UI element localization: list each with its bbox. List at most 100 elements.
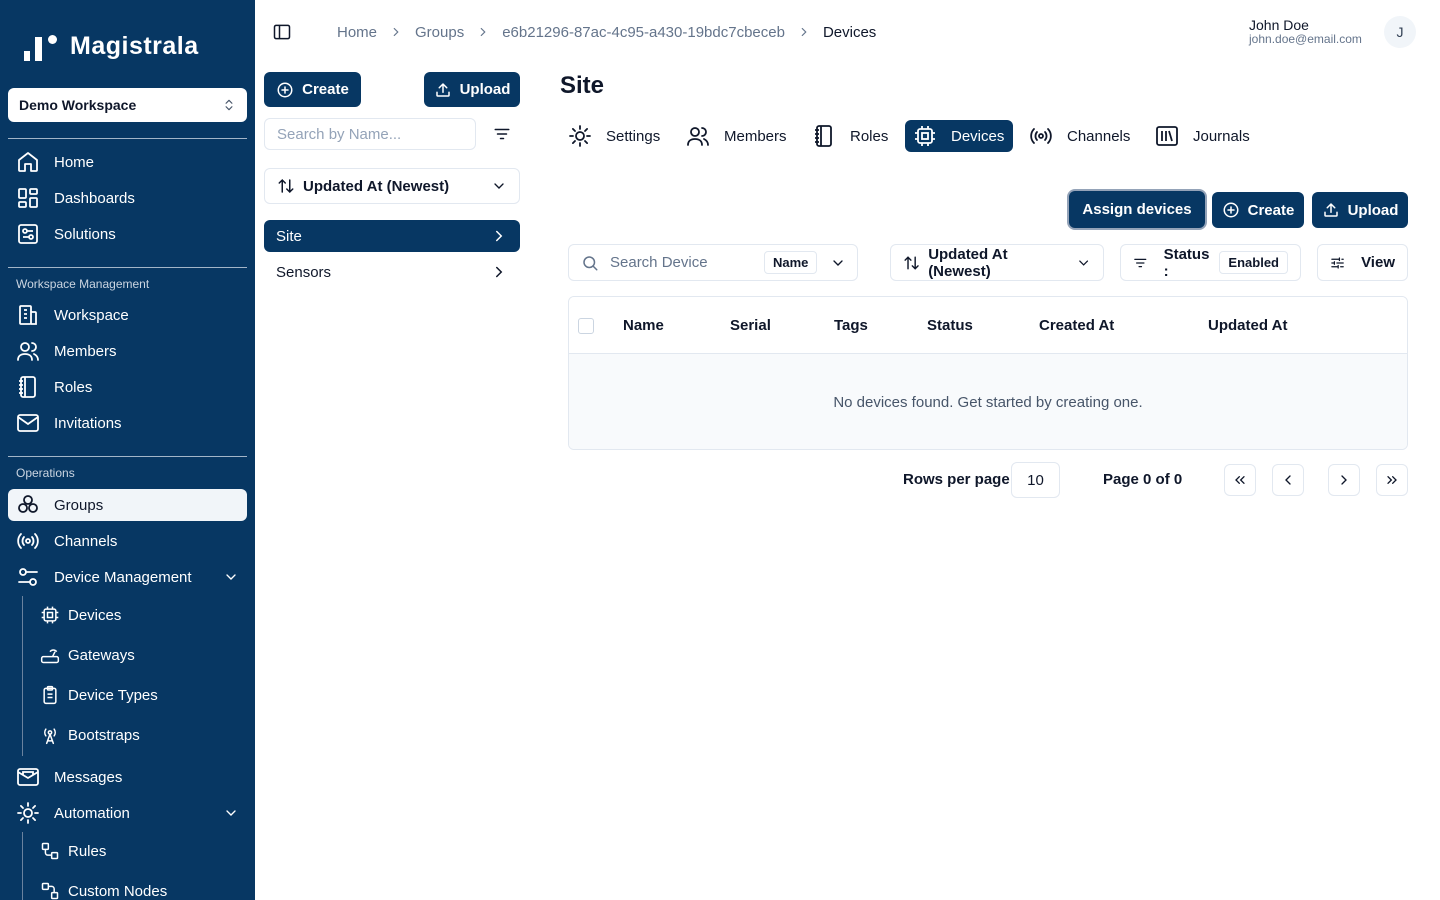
previous-page-button[interactable] xyxy=(1272,464,1304,496)
avatar[interactable]: J xyxy=(1384,16,1416,48)
sidebar-item-invitations[interactable]: Invitations xyxy=(8,407,247,439)
chevron-down-icon[interactable] xyxy=(830,255,846,271)
tab-journals[interactable]: Journals xyxy=(1147,120,1258,152)
breadcrumb: Home Groups e6b21296-87ac-4c95-a430-19bd… xyxy=(337,22,876,42)
submenu-line xyxy=(22,832,23,900)
status-filter-value: Enabled xyxy=(1219,251,1288,274)
sidebar-item-label: Channels xyxy=(54,532,118,550)
tab-roles[interactable]: Roles xyxy=(804,120,896,152)
tab-channels[interactable]: Channels xyxy=(1021,120,1138,152)
breadcrumb-groups[interactable]: Groups xyxy=(415,24,464,41)
search-field-select[interactable]: Name xyxy=(764,251,818,274)
column-header-created-at[interactable]: Created At xyxy=(1039,317,1114,334)
logo[interactable]: Magistrala xyxy=(22,30,199,62)
chevron-down-icon xyxy=(226,810,236,816)
users-icon xyxy=(17,342,39,361)
sidebar-item-solutions[interactable]: Solutions xyxy=(8,218,247,250)
sidebar-item-custom-nodes[interactable]: Custom Nodes xyxy=(33,875,247,900)
upload-group-label: Upload xyxy=(459,81,511,98)
plus-circle-icon xyxy=(277,82,293,97)
section-label-operations: Operations xyxy=(16,466,75,480)
upload-device-label: Upload xyxy=(1347,201,1399,219)
users-icon xyxy=(687,127,709,146)
sidebar-item-label: Messages xyxy=(54,768,123,786)
sidebar-item-label: Invitations xyxy=(54,414,122,432)
sidebar-item-messages[interactable]: Messages xyxy=(8,761,247,793)
sidebar-divider xyxy=(8,138,247,139)
breadcrumb-home[interactable]: Home xyxy=(337,24,377,41)
next-page-button[interactable] xyxy=(1328,464,1360,496)
sidebar-item-workspace[interactable]: Workspace xyxy=(8,299,247,331)
logo-mark-icon xyxy=(22,31,60,61)
workspace-name: Demo Workspace xyxy=(19,97,137,113)
sidebar-item-automation[interactable]: Automation xyxy=(8,797,247,829)
settings-sliders-icon xyxy=(18,568,38,586)
sidebar-item-channels[interactable]: Channels xyxy=(8,525,247,557)
sidebar-item-bootstraps[interactable]: Bootstraps xyxy=(33,719,247,751)
sidebar-item-label: Device Types xyxy=(68,686,158,704)
sidebar-item-dashboards[interactable]: Dashboards xyxy=(8,182,247,214)
status-filter[interactable]: Status : Enabled xyxy=(1120,244,1301,281)
column-header-serial[interactable]: Serial xyxy=(730,317,771,334)
group-sort-select[interactable]: Updated At (Newest) xyxy=(264,168,520,204)
column-header-status[interactable]: Status xyxy=(927,317,973,334)
rows-per-page-select[interactable]: 10 xyxy=(1011,462,1060,498)
tab-devices[interactable]: Devices xyxy=(905,120,1013,152)
device-sort-select[interactable]: Updated At (Newest) xyxy=(890,244,1104,281)
sidebar-item-label: Devices xyxy=(68,606,122,624)
sidebar-item-gateways[interactable]: Gateways xyxy=(33,639,247,671)
chevron-right-icon xyxy=(496,266,503,278)
view-options-button[interactable]: View xyxy=(1317,244,1408,281)
group-item-sensors[interactable]: Sensors xyxy=(264,256,520,288)
devices-table: Name Serial Tags Status Created At Updat… xyxy=(568,296,1408,450)
mail-open-icon xyxy=(17,768,39,786)
sidebar-item-members[interactable]: Members xyxy=(8,335,247,367)
sidebar-item-home[interactable]: Home xyxy=(8,146,247,178)
assign-devices-button[interactable]: Assign devices xyxy=(1069,191,1205,228)
chevron-right-icon xyxy=(496,230,503,242)
sidebar-item-rules[interactable]: Rules xyxy=(33,835,247,867)
upload-icon xyxy=(1323,202,1338,217)
tab-label: Devices xyxy=(951,127,1005,145)
sort-arrows-icon xyxy=(278,178,294,194)
upload-group-button[interactable]: Upload xyxy=(424,72,520,107)
create-device-button[interactable]: Create xyxy=(1212,192,1304,228)
column-header-updated-at[interactable]: Updated At xyxy=(1208,317,1287,334)
sidebar-item-roles[interactable]: Roles xyxy=(8,371,247,403)
column-header-name[interactable]: Name xyxy=(623,317,664,334)
last-page-button[interactable] xyxy=(1376,464,1408,496)
sidebar-item-groups[interactable]: Groups xyxy=(8,489,247,521)
tab-settings[interactable]: Settings xyxy=(560,120,668,152)
column-header-tags[interactable]: Tags xyxy=(834,317,868,334)
create-group-button[interactable]: Create xyxy=(264,72,361,107)
breadcrumb-group-id[interactable]: e6b21296-87ac-4c95-a430-19bdc7cbeceb xyxy=(502,24,785,41)
sidebar-divider xyxy=(8,267,247,268)
sidebar-divider xyxy=(8,456,247,457)
tab-members[interactable]: Members xyxy=(678,120,795,152)
upload-device-button[interactable]: Upload xyxy=(1312,192,1408,228)
chevron-right-icon xyxy=(480,27,486,37)
create-group-label: Create xyxy=(302,81,349,98)
sidebar: Magistrala Demo Workspace Home Dashboard… xyxy=(0,0,255,900)
sidebar-item-device-management[interactable]: Device Management xyxy=(8,561,247,593)
logo-text: Magistrala xyxy=(70,31,199,60)
workspace-switcher[interactable]: Demo Workspace xyxy=(8,88,247,122)
view-options-label: View xyxy=(1361,254,1395,271)
group-search-placeholder: Search by Name... xyxy=(277,125,402,143)
select-all-checkbox[interactable] xyxy=(578,318,594,334)
group-item-site[interactable]: Site xyxy=(264,220,520,252)
filter-icon[interactable] xyxy=(493,125,511,143)
sidebar-toggle-icon[interactable] xyxy=(272,22,292,42)
clipboard-icon xyxy=(43,685,57,705)
device-search-input[interactable]: Search Device Name xyxy=(568,244,858,281)
nodes-icon xyxy=(41,882,59,900)
chevron-right-icon xyxy=(1341,475,1347,485)
sidebar-item-device-types[interactable]: Device Types xyxy=(33,679,247,711)
router-icon xyxy=(40,649,60,664)
table-empty-state: No devices found. Get started by creatin… xyxy=(569,354,1407,449)
settings-icon xyxy=(569,125,591,147)
user-info[interactable]: John Doe john.doe@email.com xyxy=(1249,18,1362,46)
group-search-input[interactable]: Search by Name... xyxy=(264,118,476,150)
first-page-button[interactable] xyxy=(1224,464,1256,496)
sidebar-item-devices[interactable]: Devices xyxy=(33,599,247,631)
